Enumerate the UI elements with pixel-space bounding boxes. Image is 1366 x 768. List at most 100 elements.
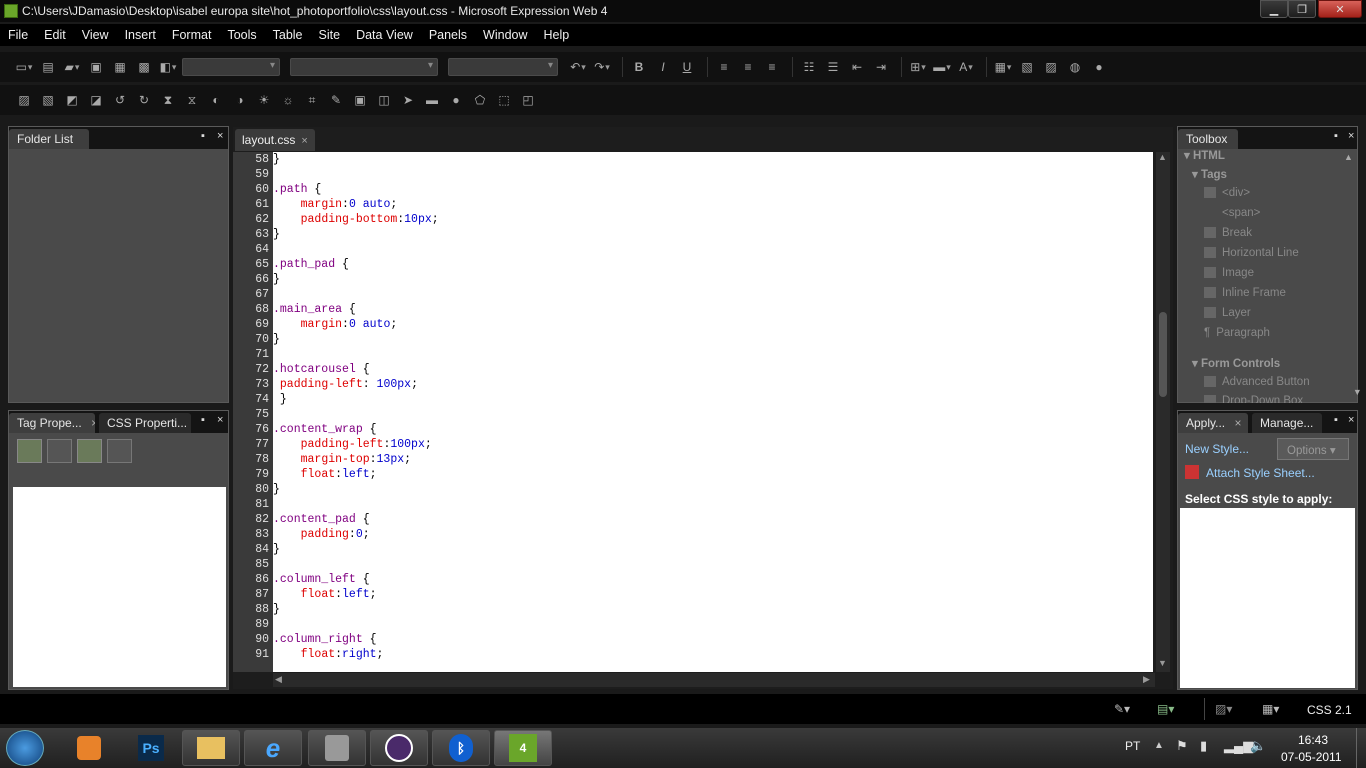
redo-icon[interactable]: ↷ — [592, 58, 612, 76]
sort-icon[interactable] — [47, 439, 72, 463]
code-line[interactable]: } — [273, 392, 1153, 407]
menu-window[interactable]: Window — [475, 28, 535, 42]
decrease-indent-icon[interactable]: ⇤ — [847, 58, 867, 76]
toolbox-item-image[interactable]: Image — [1204, 267, 1254, 279]
code-line[interactable]: margin:0 auto; — [273, 317, 1153, 332]
polygon-hotspot-icon[interactable]: ⬠ — [470, 91, 490, 109]
picture-icon[interactable]: ▨ — [1041, 58, 1061, 76]
more-brightness-icon[interactable]: ☀ — [254, 91, 274, 109]
close-panel-icon[interactable]: × — [217, 130, 223, 142]
toolbox-form-controls-group[interactable]: ▾ Form Controls — [1192, 356, 1280, 370]
code-line[interactable]: .main_area { — [273, 302, 1153, 317]
compat-report-icon[interactable]: ✎▾ — [1114, 702, 1130, 716]
scroll-thumb[interactable] — [1159, 312, 1167, 397]
rectangle-hotspot-icon[interactable]: ▬ — [422, 91, 442, 109]
volume-icon[interactable]: 🔈 — [1250, 738, 1266, 754]
horizontal-scrollbar[interactable]: ◀ ▶ — [273, 673, 1155, 687]
toolbox-scrollbar[interactable]: ▲ ▼ — [1344, 149, 1362, 401]
internet-explorer-button[interactable]: e — [244, 730, 302, 766]
scroll-down-icon[interactable]: ▼ — [1158, 658, 1167, 668]
scroll-up-icon[interactable]: ▲ — [1344, 152, 1353, 162]
code-line[interactable]: float:left; — [273, 587, 1153, 602]
menu-panels[interactable]: Panels — [421, 28, 475, 42]
code-line[interactable] — [273, 497, 1153, 512]
code-line[interactable]: } — [273, 482, 1153, 497]
send-backward-icon[interactable]: ◪ — [86, 91, 106, 109]
show-hidden-icons-icon[interactable]: ▲ — [1154, 740, 1164, 751]
italic-icon[interactable]: I — [653, 58, 673, 76]
code-line[interactable]: } — [273, 332, 1153, 347]
underline-icon[interactable]: U — [677, 58, 697, 76]
toolbox-tags-group[interactable]: ▾ Tags — [1192, 167, 1227, 181]
style-combo[interactable] — [182, 58, 280, 76]
bulleted-list-icon[interactable]: ☰ — [823, 58, 843, 76]
close-panel-icon[interactable]: × — [1348, 130, 1354, 142]
font-color-icon[interactable]: A — [956, 58, 976, 76]
sharepoint-icon[interactable]: ▩ — [134, 58, 154, 76]
code-line[interactable]: float:right; — [273, 647, 1153, 662]
menu-tools[interactable]: Tools — [219, 28, 264, 42]
menu-view[interactable]: View — [74, 28, 117, 42]
insert-picture-icon[interactable]: ▨ — [14, 91, 34, 109]
vertical-scrollbar[interactable]: ▲ ▼ — [1156, 152, 1170, 672]
increase-indent-icon[interactable]: ⇥ — [871, 58, 891, 76]
toolbox-tab[interactable]: Toolbox — [1178, 129, 1238, 149]
css-properties-tab[interactable]: CSS Properti... — [99, 413, 191, 433]
menu-table[interactable]: Table — [265, 28, 311, 42]
pin-icon[interactable]: ▪ — [1334, 130, 1338, 142]
numbered-list-icon[interactable]: ☷ — [799, 58, 819, 76]
menu-help[interactable]: Help — [536, 28, 578, 42]
code-line[interactable]: .content_wrap { — [273, 422, 1153, 437]
menu-file[interactable]: File — [0, 28, 36, 42]
toolbox-item-div[interactable]: <div> — [1204, 187, 1250, 199]
crop-icon[interactable]: ⌗ — [302, 91, 322, 109]
pin-icon[interactable]: ▪ — [201, 414, 205, 426]
bold-icon[interactable]: B — [629, 58, 649, 76]
align-right-icon[interactable]: ≡ — [762, 58, 782, 76]
undo-icon[interactable]: ↶ — [568, 58, 588, 76]
code-line[interactable]: .column_left { — [273, 572, 1153, 587]
code-line[interactable]: .path { — [273, 182, 1153, 197]
toolbox-html-group[interactable]: ▾ HTML — [1184, 148, 1225, 162]
new-page-icon[interactable]: ▤ — [38, 58, 58, 76]
expression-web-button[interactable]: 4 — [494, 730, 552, 766]
code-line[interactable]: margin-top:13px; — [273, 452, 1153, 467]
borders-icon[interactable]: ⊞ — [908, 58, 928, 76]
flip-vertical-icon[interactable]: ⧖ — [182, 91, 202, 109]
show-set-properties-icon[interactable] — [77, 439, 102, 463]
code-line[interactable] — [273, 557, 1153, 572]
interactive-button-icon[interactable]: ◍ — [1065, 58, 1085, 76]
new-style-link[interactable]: New Style... — [1185, 442, 1249, 456]
code-line[interactable] — [273, 242, 1153, 257]
align-left-icon[interactable]: ≡ — [714, 58, 734, 76]
toolbox-item-advanced-button[interactable]: Advanced Button — [1204, 376, 1310, 388]
explorer-button[interactable] — [182, 730, 240, 766]
code-line[interactable]: padding-bottom:10px; — [273, 212, 1153, 227]
close-tab-icon[interactable]: × — [91, 416, 95, 430]
menu-format[interactable]: Format — [164, 28, 220, 42]
properties-options-icon[interactable] — [107, 439, 132, 463]
css-schema-label[interactable]: CSS 2.1 — [1307, 703, 1352, 717]
mail-button[interactable] — [308, 730, 366, 766]
highlight-icon[interactable]: ▬ — [932, 58, 952, 76]
bring-forward-icon[interactable]: ◩ — [62, 91, 82, 109]
media-player-button[interactable] — [60, 730, 118, 766]
menu-data-view[interactable]: Data View — [348, 28, 421, 42]
bevel-icon[interactable]: ◫ — [374, 91, 394, 109]
doctype-icon[interactable]: ▤▾ — [1157, 702, 1174, 716]
close-button[interactable]: ✕ — [1318, 0, 1362, 18]
pin-icon[interactable]: ▪ — [1334, 414, 1338, 426]
code-line[interactable]: } — [273, 542, 1153, 557]
manage-styles-tab[interactable]: Manage... — [1252, 413, 1322, 433]
bluetooth-button[interactable]: ᛒ — [432, 730, 490, 766]
code-line[interactable]: .path_pad { — [273, 257, 1153, 272]
toolbox-item-horizontal-line[interactable]: Horizontal Line — [1204, 247, 1299, 259]
network-icon[interactable]: ▂▄▆ — [1224, 738, 1253, 754]
menu-insert[interactable]: Insert — [117, 28, 164, 42]
more-contrast-icon[interactable]: ◐ — [206, 91, 226, 109]
preview-icon[interactable]: ◧ — [158, 58, 178, 76]
less-brightness-icon[interactable]: ☼ — [278, 91, 298, 109]
code-line[interactable]: float:left; — [273, 467, 1153, 482]
code-line[interactable]: padding-left: 100px; — [273, 377, 1153, 392]
toolbox-item-break[interactable]: Break — [1204, 227, 1252, 239]
